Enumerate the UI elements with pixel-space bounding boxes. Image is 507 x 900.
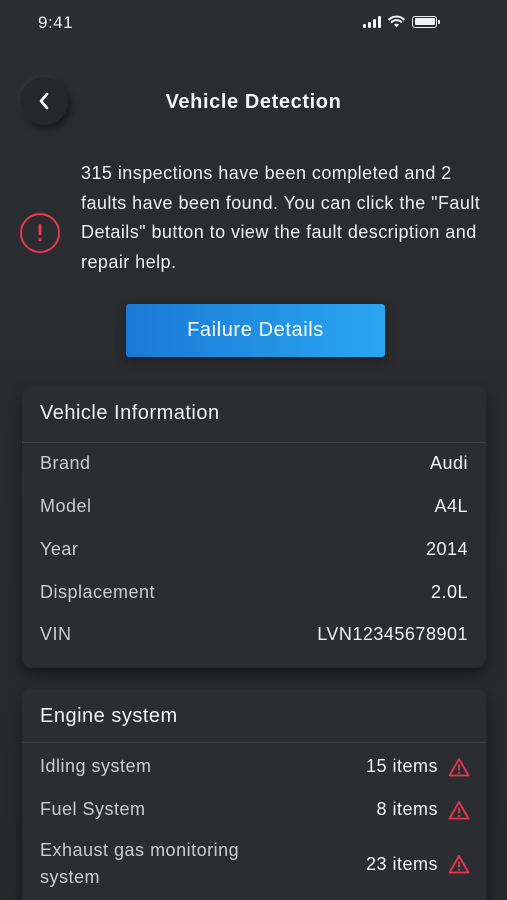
alert-message: 315 inspections have been completed and …	[81, 163, 481, 272]
info-value: LVN12345678901	[317, 623, 468, 644]
fault-count: 15 items	[365, 756, 438, 776]
info-label: Year	[40, 538, 79, 559]
fault-count-group: 8 items	[376, 799, 470, 820]
status-bar: 9:41	[0, 0, 507, 46]
info-row-vin: VIN LVN12345678901	[40, 622, 468, 646]
fault-row-idling-system[interactable]: Idling system 15 items	[40, 753, 470, 780]
info-value: 2014	[425, 538, 468, 559]
fault-label: Exhaust gas monitoring system	[40, 840, 240, 887]
status-icons	[363, 15, 440, 28]
divider	[22, 742, 486, 743]
divider	[22, 442, 486, 443]
info-label: Brand	[40, 452, 91, 473]
battery-icon	[412, 15, 440, 28]
fault-label: Idling system	[40, 756, 152, 776]
warning-triangle-icon	[448, 855, 470, 874]
info-row-brand: Brand Audi	[40, 451, 468, 475]
info-label: Displacement	[40, 581, 156, 602]
card-title: Engine system	[40, 705, 178, 727]
cellular-signal-icon	[363, 15, 381, 28]
page-title: Vehicle Detection	[165, 91, 342, 113]
failure-details-button[interactable]: Failure Details	[126, 304, 385, 357]
wifi-icon	[388, 15, 405, 28]
info-label: Model	[40, 495, 92, 516]
vehicle-information-card: Vehicle Information Brand Audi Model A4L…	[22, 387, 486, 668]
info-row-model: Model A4L	[40, 494, 468, 518]
info-value: 2.0L	[430, 581, 468, 602]
fault-count-group: 15 items	[366, 756, 470, 777]
card-title: Vehicle Information	[40, 402, 220, 424]
warning-triangle-icon	[448, 757, 470, 776]
info-value: A4L	[434, 495, 468, 516]
warning-triangle-icon	[448, 800, 470, 819]
fault-count: 23 items	[365, 853, 438, 874]
status-time: 9:41	[38, 13, 74, 32]
info-label: VIN	[40, 623, 72, 644]
info-row-year: Year 2014	[40, 537, 468, 561]
alert-icon	[20, 213, 60, 253]
info-value: Audi	[429, 452, 468, 473]
fault-count: 8 items	[376, 799, 438, 819]
fault-label: Fuel System	[40, 799, 146, 819]
fault-row-fuel-system[interactable]: Fuel System 8 items	[40, 796, 470, 823]
fault-count-group: 23 items	[366, 854, 470, 875]
vehicle-detection-screen: 9:41 Vehicle Detection 315 inspections h…	[0, 0, 507, 900]
info-row-displacement: Displacement 2.0L	[40, 580, 468, 604]
fault-row-exhaust-gas-monitoring[interactable]: Exhaust gas monitoring system 23 items	[40, 837, 470, 891]
battery-level	[414, 18, 435, 25]
engine-system-card: Engine system Idling system 15 items Fue…	[22, 689, 486, 900]
